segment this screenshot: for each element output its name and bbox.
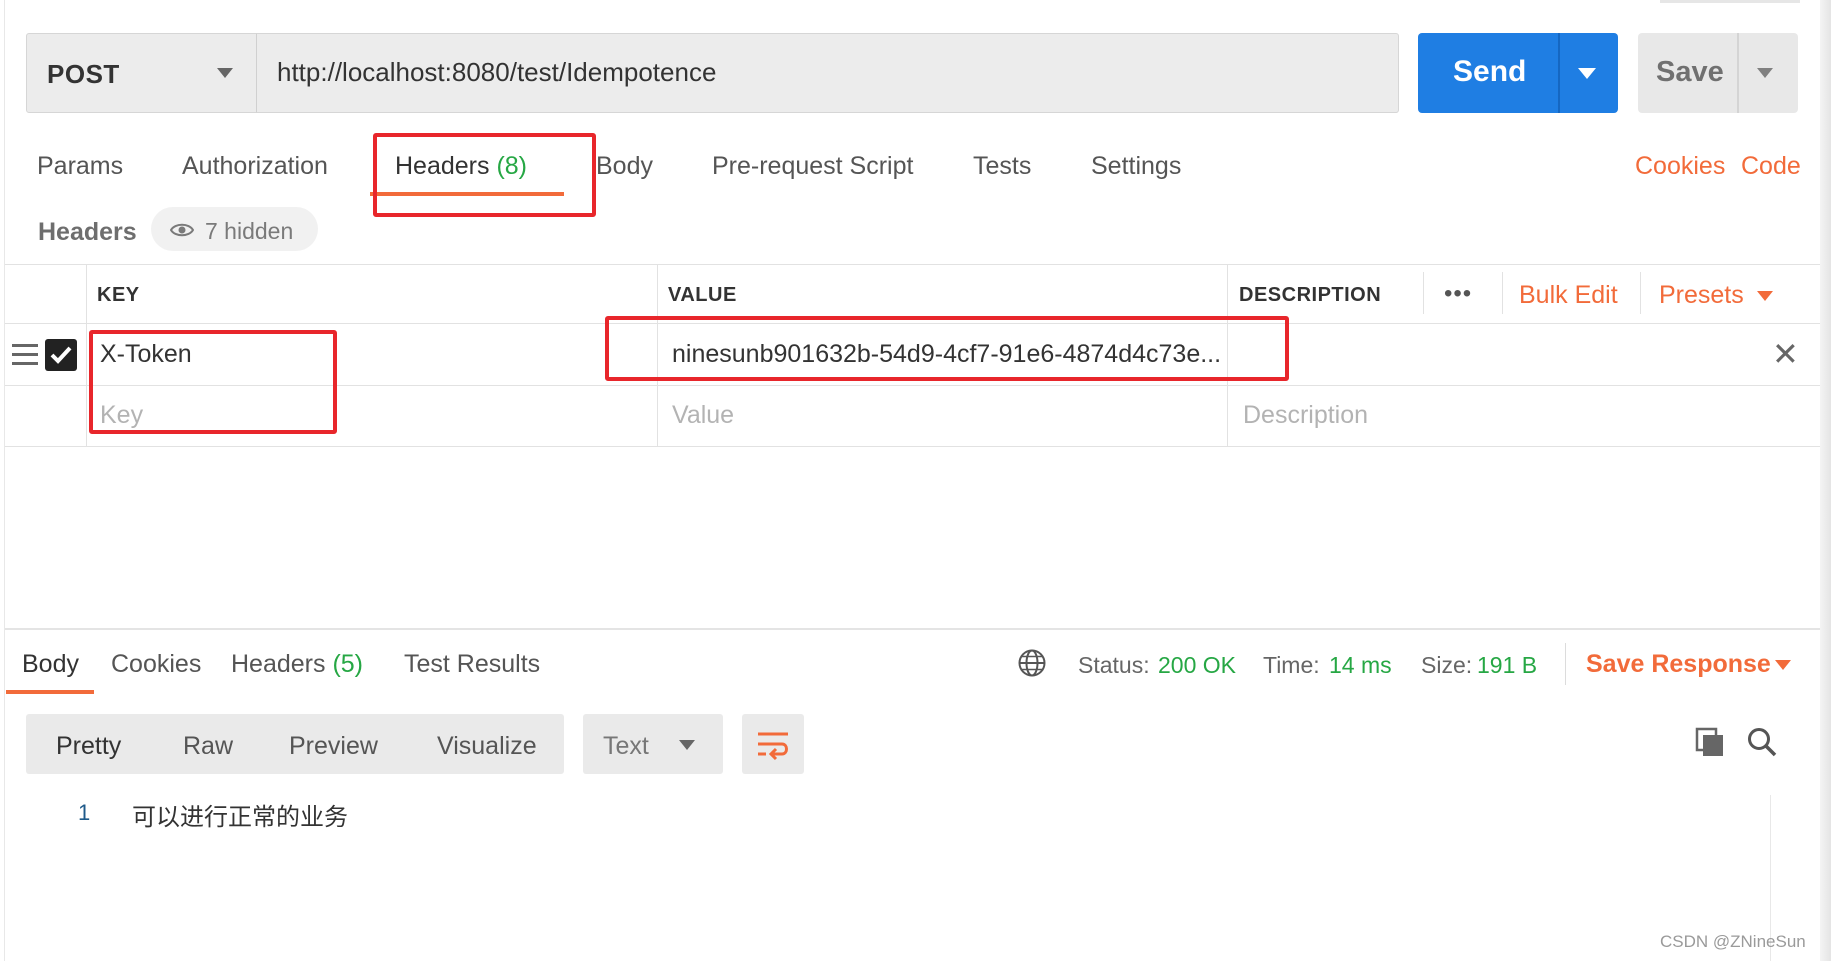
checkmark-icon xyxy=(50,346,72,364)
save-label[interactable]: Save xyxy=(1656,56,1724,89)
response-active-tab-indicator xyxy=(6,690,94,694)
toolbar-divider xyxy=(1640,272,1641,314)
table-bottom-border xyxy=(5,446,1820,447)
top-edge-strip xyxy=(1660,0,1800,3)
table-top-border xyxy=(5,264,1820,265)
chevron-down-icon[interactable] xyxy=(217,68,233,78)
new-description-input[interactable]: Description xyxy=(1243,401,1368,430)
bulk-edit-button[interactable]: Bulk Edit xyxy=(1519,281,1618,310)
send-divider xyxy=(1558,33,1560,113)
watermark: CSDN @ZNineSun xyxy=(1660,932,1806,951)
response-toolbar-divider xyxy=(1565,643,1566,685)
more-options-icon[interactable]: ••• xyxy=(1444,280,1472,308)
response-tab-cookies[interactable]: Cookies xyxy=(111,650,201,679)
table-col-divider xyxy=(86,264,87,446)
save-response-button[interactable]: Save Response xyxy=(1586,650,1771,679)
window-edge xyxy=(1820,0,1831,961)
annotation-box-headers-tab xyxy=(373,133,596,217)
send-label[interactable]: Send xyxy=(1453,55,1526,89)
copy-icon[interactable] xyxy=(1694,726,1726,758)
body-type-label[interactable]: Text xyxy=(603,732,649,761)
wrap-lines-icon xyxy=(758,732,788,761)
send-options-chevron-icon[interactable] xyxy=(1578,68,1596,79)
headers-section-title: Headers xyxy=(38,218,137,246)
annotation-box-value xyxy=(605,316,1289,381)
response-tab-body[interactable]: Body xyxy=(22,650,79,679)
url-value[interactable]: http://localhost:8080/test/Idempotence xyxy=(277,57,716,88)
response-tab-headers[interactable]: Headers (5) xyxy=(231,650,363,679)
status-value: 200 OK xyxy=(1158,652,1236,678)
save-response-chevron-icon[interactable] xyxy=(1775,660,1791,670)
hidden-headers-label[interactable]: 7 hidden xyxy=(205,218,293,245)
search-icon[interactable] xyxy=(1746,726,1778,758)
format-preview[interactable]: Preview xyxy=(289,732,378,761)
column-header-value: VALUE xyxy=(668,284,737,306)
save-options-chevron-icon[interactable] xyxy=(1757,68,1773,78)
code-link[interactable]: Code xyxy=(1741,152,1801,181)
column-header-description: DESCRIPTION xyxy=(1239,284,1382,306)
tab-tests[interactable]: Tests xyxy=(973,152,1031,181)
presets-chevron-icon[interactable] xyxy=(1757,291,1773,301)
response-tab-test-results[interactable]: Test Results xyxy=(404,650,540,679)
presets-button[interactable]: Presets xyxy=(1659,281,1744,310)
left-edge-line xyxy=(4,0,5,961)
format-raw[interactable]: Raw xyxy=(183,732,233,761)
toolbar-divider xyxy=(1423,272,1424,314)
size-label: Size: xyxy=(1421,652,1473,678)
header-enabled-checkbox[interactable] xyxy=(45,339,77,371)
annotation-box-key xyxy=(89,330,337,434)
body-type-chevron-icon[interactable] xyxy=(679,740,695,750)
new-value-input[interactable]: Value xyxy=(672,401,734,430)
method-label: POST xyxy=(47,59,120,89)
eye-icon xyxy=(170,223,194,237)
toolbar-divider xyxy=(1502,272,1503,314)
line-number: 1 xyxy=(78,800,91,825)
tab-settings[interactable]: Settings xyxy=(1091,152,1181,181)
response-divider xyxy=(5,628,1820,630)
response-tab-headers-count: (5) xyxy=(332,650,364,678)
format-visualize[interactable]: Visualize xyxy=(437,732,537,761)
size-value: 191 B xyxy=(1477,652,1538,678)
status-label: Status: xyxy=(1078,652,1150,678)
tab-body[interactable]: Body xyxy=(596,152,653,181)
save-divider xyxy=(1737,33,1739,113)
column-header-key: KEY xyxy=(97,284,140,306)
time-label: Time: xyxy=(1263,652,1320,678)
tab-authorization[interactable]: Authorization xyxy=(182,152,328,181)
tab-pre-request-script[interactable]: Pre-request Script xyxy=(712,152,913,181)
response-body-line: 可以进行正常的业务 xyxy=(132,803,348,831)
delete-header-icon[interactable]: ✕ xyxy=(1772,338,1799,370)
cookies-link[interactable]: Cookies xyxy=(1635,152,1725,181)
time-value: 14 ms xyxy=(1329,652,1392,678)
format-pretty[interactable]: Pretty xyxy=(56,732,121,761)
tab-params[interactable]: Params xyxy=(37,152,123,181)
response-tab-headers-label: Headers xyxy=(231,650,326,678)
globe-icon[interactable] xyxy=(1017,648,1047,678)
drag-handle-icon[interactable] xyxy=(12,344,38,366)
